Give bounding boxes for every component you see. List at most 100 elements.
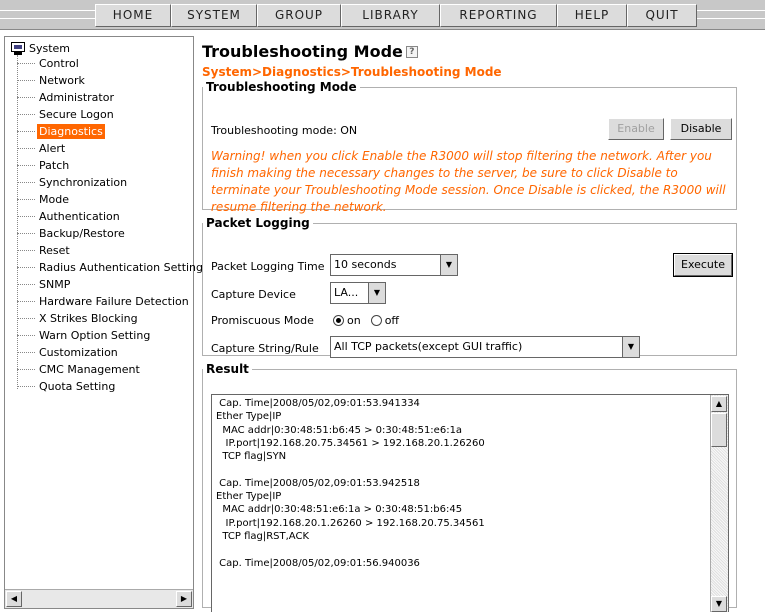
result-line: IP.port|192.168.20.75.34561 > 192.168.20… <box>216 437 485 449</box>
sidebar-item-cmc-management[interactable]: CMC Management <box>17 361 142 378</box>
promiscuous-off-label: off <box>384 314 400 327</box>
packet-logging-time-label: Packet Logging Time <box>211 260 325 273</box>
result-line: Ether Type|IP <box>216 411 282 423</box>
tree-root-label: System <box>29 41 71 55</box>
sidebar-item-mode[interactable]: Mode <box>17 191 71 208</box>
nav-group-button[interactable]: GROUP <box>257 4 341 27</box>
scrollbar-thumb[interactable] <box>711 413 727 447</box>
nav-library-button[interactable]: LIBRARY <box>341 4 440 27</box>
help-icon[interactable]: ? <box>405 45 418 58</box>
sidebar-item-label: Diagnostics <box>37 124 105 139</box>
result-line: Cap. Time|2008/05/02,09:01:53.941334 <box>216 398 420 409</box>
capture-string-rule-value: All TCP packets(except GUI traffic) <box>334 340 523 353</box>
sidebar-item-label: Mode <box>39 193 69 206</box>
troubleshooting-mode-section: Troubleshooting Mode Troubleshooting mod… <box>202 80 737 214</box>
promiscuous-on-radio[interactable] <box>333 315 344 326</box>
result-section: Result Cap. Time|2008/05/02,09:01:53.941… <box>202 362 737 612</box>
sidebar-item-hardware-failure-detection[interactable]: Hardware Failure Detection <box>17 293 191 310</box>
sidebar-item-customization[interactable]: Customization <box>17 344 120 361</box>
sidebar-item-diagnostics[interactable]: Diagnostics <box>17 123 105 140</box>
sidebar-item-label: Synchronization <box>39 176 128 189</box>
capture-device-label: Capture Device <box>211 288 296 301</box>
breadcrumb: System>Diagnostics>Troubleshooting Mode <box>202 65 502 79</box>
sidebar-item-label: Customization <box>39 346 118 359</box>
page-title: Troubleshooting Mode <box>202 42 403 61</box>
sidebar-item-synchronization[interactable]: Synchronization <box>17 174 129 191</box>
sidebar-item-label: CMC Management <box>39 363 140 376</box>
sidebar-item-patch[interactable]: Patch <box>17 157 71 174</box>
result-line: IP.port|192.168.20.1.26260 > 192.168.20.… <box>216 517 485 529</box>
sidebar-item-secure-logon[interactable]: Secure Logon <box>17 106 116 123</box>
result-line: MAC addr|0:30:48:51:b6:45 > 0:30:48:51:e… <box>216 424 463 436</box>
promiscuous-mode-label: Promiscuous Mode <box>211 314 314 327</box>
scroll-right-arrow-icon[interactable]: ▶ <box>176 591 192 607</box>
result-line <box>216 543 706 556</box>
sidebar-item-label: Authentication <box>39 210 120 223</box>
system-tree: System Control Network Administrator Sec… <box>5 37 203 589</box>
result-line: Cap. Time|2008/05/02,09:01:56.940036 <box>216 557 420 569</box>
sidebar-item-network[interactable]: Network <box>17 72 87 89</box>
sidebar-item-label: Secure Logon <box>39 108 114 121</box>
warning-message: Warning! when you click Enable the R3000… <box>211 149 726 214</box>
main-content: Troubleshooting Mode ? System>Diagnostic… <box>200 36 760 612</box>
result-output-textarea[interactable]: Cap. Time|2008/05/02,09:01:53.941334 Ethe… <box>211 394 729 612</box>
computer-icon <box>11 41 25 55</box>
sidebar-item-label: Administrator <box>39 91 114 104</box>
sidebar-item-reset[interactable]: Reset <box>17 242 72 259</box>
sidebar-item-administrator[interactable]: Administrator <box>17 89 116 106</box>
execute-button[interactable]: Execute <box>673 253 733 277</box>
capture-device-value: LA... <box>334 286 359 299</box>
sidebar-item-label: SNMP <box>39 278 71 291</box>
sidebar-item-control[interactable]: Control <box>17 55 81 72</box>
sidebar-item-authentication[interactable]: Authentication <box>17 208 122 225</box>
nav-reporting-button[interactable]: REPORTING <box>440 4 557 27</box>
sidebar-item-label: Network <box>39 74 85 87</box>
sidebar-item-label: X Strikes Blocking <box>39 312 138 325</box>
result-line: TCP flag|RST,ACK <box>216 530 310 542</box>
troubleshooting-status-text: Troubleshooting mode: ON <box>211 124 358 137</box>
result-vertical-scrollbar[interactable]: ▲ ▼ <box>710 395 728 612</box>
result-line <box>216 463 706 476</box>
tree-root-system[interactable]: System <box>11 41 70 55</box>
section-title-result: Result <box>206 362 249 376</box>
promiscuous-on-label: on <box>347 314 361 327</box>
sidebar-item-label: Alert <box>39 142 66 155</box>
sidebar-item-label: Reset <box>39 244 70 257</box>
chevron-down-icon: ▼ <box>368 283 385 303</box>
nav-help-button[interactable]: HELP <box>557 4 627 27</box>
promiscuous-off-radio[interactable] <box>370 315 382 326</box>
sidebar-item-backup-restore[interactable]: Backup/Restore <box>17 225 127 242</box>
sidebar-item-snmp[interactable]: SNMP <box>17 276 72 293</box>
sidebar-item-label: Quota Setting <box>39 380 116 393</box>
nav-home-button[interactable]: HOME <box>95 4 171 27</box>
sidebar-item-label: Hardware Failure Detection <box>39 295 189 308</box>
sidebar-item-quota-setting[interactable]: Quota Setting <box>17 378 117 395</box>
packet-logging-section: Packet Logging Packet Logging Time 10 se… <box>202 216 737 358</box>
scroll-up-arrow-icon[interactable]: ▲ <box>711 396 727 412</box>
sidebar-item-label: Warn Option Setting <box>39 329 151 342</box>
sidebar-item-radius-authentication[interactable]: Radius Authentication Setting <box>17 259 205 276</box>
sidebar-item-warn-option-setting[interactable]: Warn Option Setting <box>17 327 152 344</box>
nav-system-button[interactable]: SYSTEM <box>171 4 257 27</box>
packet-logging-time-value: 10 seconds <box>334 258 397 271</box>
chevron-down-icon: ▼ <box>622 337 639 357</box>
result-line: TCP flag|SYN <box>216 451 287 463</box>
promiscuous-mode-radio-group: on off <box>333 314 399 327</box>
disable-button[interactable]: Disable <box>670 118 732 140</box>
sidebar-item-label: Backup/Restore <box>39 227 125 240</box>
enable-button[interactable]: Enable <box>608 118 664 140</box>
capture-string-rule-select[interactable]: All TCP packets(except GUI traffic) ▼ <box>330 336 640 358</box>
result-output-text: Cap. Time|2008/05/02,09:01:53.941334 Ethe… <box>216 397 706 570</box>
scroll-left-arrow-icon[interactable]: ◀ <box>6 591 22 607</box>
page-title-row: Troubleshooting Mode ? <box>202 42 418 61</box>
section-title-troubleshooting: Troubleshooting Mode <box>206 80 357 94</box>
packet-logging-time-select[interactable]: 10 seconds ▼ <box>330 254 458 276</box>
nav-quit-button[interactable]: QUIT <box>627 4 697 27</box>
sidebar-item-alert[interactable]: Alert <box>17 140 67 157</box>
sidebar-horizontal-scrollbar[interactable]: ◀ ▶ <box>5 589 193 608</box>
sidebar-item-label: Control <box>39 57 79 70</box>
capture-device-select[interactable]: LA... ▼ <box>330 282 386 304</box>
sidebar-item-x-strikes-blocking[interactable]: X Strikes Blocking <box>17 310 140 327</box>
scroll-down-arrow-icon[interactable]: ▼ <box>711 596 727 612</box>
chevron-down-icon: ▼ <box>440 255 457 275</box>
